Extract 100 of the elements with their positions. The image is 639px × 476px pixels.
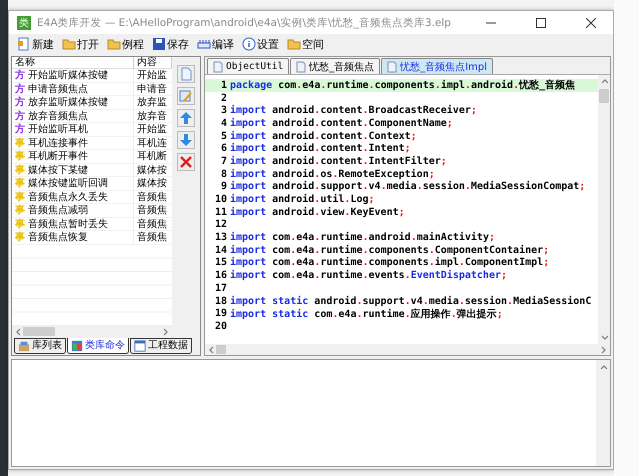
toolbar-button[interactable]: 编译: [195, 36, 236, 52]
close-icon: [586, 18, 596, 28]
new-document-icon: [17, 37, 31, 51]
toolbar-button[interactable]: 新建: [15, 36, 56, 52]
command-name[interactable]: 放弃音频焦点: [28, 108, 88, 123]
chevron-down-icon: [600, 333, 608, 342]
delete-icon: [178, 155, 192, 169]
list-row[interactable]: 方 开始监听媒体按键 开始监: [12, 69, 172, 82]
code-line: import static android.support.v4.media.session.MediaSessionC: [230, 296, 592, 307]
event-tag: 事: [15, 203, 25, 218]
code-line: import android.content.IntentFilter;: [230, 156, 447, 167]
vertical-scrollbar[interactable]: [598, 75, 610, 344]
command-name[interactable]: 音频焦点暂时丢失: [28, 216, 108, 231]
scrollbar-thumb[interactable]: [216, 345, 226, 354]
list-row[interactable]: 事 音频焦点暂时丢失 音频焦: [12, 218, 172, 231]
toolbar-button[interactable]: 空间: [285, 36, 326, 52]
scrollbar-thumb[interactable]: [599, 89, 609, 103]
list-row[interactable]: 事 音频焦点永久丢失 音频焦: [12, 190, 172, 204]
list-row[interactable]: 方 放弃音频焦点 放弃音: [12, 110, 172, 123]
edit-icon: [178, 89, 192, 103]
command-name[interactable]: 耳机连接事件: [28, 136, 88, 150]
line-number: 15: [214, 257, 228, 268]
line-number: 2: [220, 92, 228, 104]
list-row[interactable]: 事 耳机断开事件 耳机断: [12, 150, 172, 164]
command-name[interactable]: 音频焦点永久丢失: [28, 190, 108, 204]
event-tag: 事: [15, 176, 25, 190]
line-number: 4: [220, 118, 228, 129]
toolbar-button[interactable]: 例程: [105, 36, 146, 52]
code-line: import android.support.v4.media.session.MediaSessionCompat;: [230, 181, 586, 192]
folder-icon: [107, 37, 121, 51]
list-row[interactable]: 方 放弃监听媒体按键 放弃监: [12, 96, 172, 110]
command-content: 耳机连: [136, 136, 167, 150]
list-row[interactable]: 事 音频焦点减弱 音频焦: [12, 204, 172, 218]
command-content: 耳机断: [136, 150, 167, 164]
line-number: 11: [214, 206, 228, 218]
up-button[interactable]: [176, 109, 194, 127]
command-name[interactable]: 音频焦点减弱: [28, 203, 88, 218]
code-line: package com.e4a.runtime.components.impl.android.忧愁_音频焦: [230, 78, 576, 92]
code-line: import android.util.Log;: [230, 194, 375, 206]
down-button[interactable]: [176, 131, 194, 149]
window-list-icon: [71, 340, 83, 352]
code-line: import android.content.ComponentName;: [230, 118, 453, 129]
command-name[interactable]: 申请音频焦点: [28, 82, 88, 96]
command-name[interactable]: 开始监听耳机: [28, 122, 88, 136]
line-number: 8: [220, 168, 228, 180]
event-tag: 事: [15, 136, 25, 150]
window-icon: [134, 340, 146, 352]
list-row[interactable]: 方 开始监听耳机 开始监: [12, 123, 172, 136]
code-line: import com.e4a.runtime.components.ComponentContainer;: [230, 244, 550, 256]
command-name[interactable]: 开始监听媒体按键: [28, 68, 108, 82]
line-number: 20: [214, 320, 228, 332]
command-name[interactable]: 放弃监听媒体按键: [28, 95, 108, 110]
line-number: 19: [214, 308, 228, 320]
command-content: 音频焦: [136, 204, 167, 218]
app-icon: 类: [17, 16, 31, 30]
edit-button[interactable]: [176, 87, 194, 105]
command-content: 放弃音: [136, 110, 167, 123]
toolbar-button[interactable]: 设置: [240, 36, 281, 52]
list-row[interactable]: 事 耳机连接事件 耳机连: [12, 136, 172, 150]
list-row[interactable]: 事 媒体按键监听回调 媒体按: [12, 177, 172, 190]
line-number: 7: [220, 156, 228, 167]
editor-tab[interactable]: 忧愁_音频焦点Impl: [381, 58, 494, 74]
toolbar-button[interactable]: 打开: [60, 36, 101, 52]
method-tag: 方: [15, 108, 25, 123]
command-content: 申请音: [136, 82, 167, 96]
delete-button[interactable]: [176, 153, 194, 171]
chevron-right-icon: [161, 327, 170, 336]
command-name[interactable]: 音频焦点恢复: [28, 230, 88, 244]
up-arrow-icon: [178, 111, 192, 125]
panel-tab[interactable]: 工程数据: [130, 338, 192, 354]
line-number: 6: [220, 143, 228, 154]
command-name[interactable]: 耳机断开事件: [28, 149, 88, 164]
code-line: import android.os.RemoteException;: [230, 168, 435, 180]
line-number: 17: [214, 282, 228, 294]
command-name[interactable]: 媒体按键监听回调: [28, 176, 108, 190]
new-button[interactable]: [176, 65, 194, 83]
editor-tab[interactable]: 忧愁_音频焦点: [290, 58, 380, 74]
command-name[interactable]: 媒体按下某键: [28, 162, 88, 177]
line-number: 3: [220, 105, 228, 116]
panel-tab[interactable]: 库列表: [14, 338, 66, 354]
chevron-left-icon: [14, 327, 23, 336]
list-row[interactable]: 方 申请音频焦点 申请音: [12, 82, 172, 96]
editor-tab[interactable]: ObjectUtil: [207, 58, 290, 74]
line-number: 18: [214, 296, 228, 307]
new-page-icon: [178, 67, 192, 81]
line-number: 12: [214, 219, 228, 230]
method-tag: 方: [15, 95, 25, 110]
panel-tab[interactable]: 类库命令: [67, 338, 129, 354]
vertical-scrollbar[interactable]: [596, 360, 610, 466]
down-arrow-icon: [178, 133, 192, 147]
line-number: 1: [220, 80, 228, 91]
command-content: 放弃监: [136, 96, 167, 110]
toolbar-button[interactable]: 保存: [150, 36, 191, 52]
list-row[interactable]: 事 媒体按下某键 媒体按: [12, 164, 172, 177]
command-content: 音频焦: [136, 190, 167, 204]
toolbox-icon: [18, 340, 30, 352]
scrollbar-thumb[interactable]: [23, 327, 55, 336]
command-content: 音频焦: [136, 230, 167, 244]
horizontal-scrollbar[interactable]: [12, 326, 172, 337]
document-icon: [213, 60, 223, 72]
